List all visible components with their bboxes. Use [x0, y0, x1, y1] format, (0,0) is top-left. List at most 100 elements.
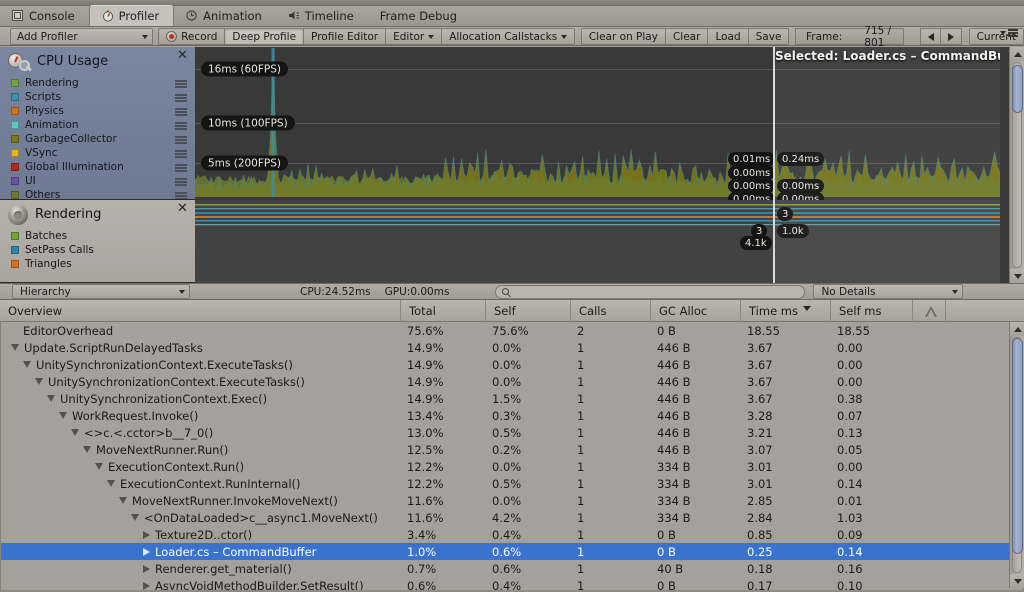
drag-handle-icon[interactable]	[175, 108, 187, 116]
table-row[interactable]: ExecutionContext.Run() 12.2% 0.0% 1 334 B 3.0…	[1, 458, 1023, 475]
scroll-down-button[interactable]	[1010, 574, 1024, 588]
expand-triangle-icon[interactable]	[143, 564, 150, 573]
table-row[interactable]: MoveNextRunner.InvokeMoveNext() 11.6% 0.0%…	[1, 492, 1023, 509]
next-frame-button[interactable]	[941, 28, 963, 45]
row-name-cell[interactable]: ExecutionContext.Run()	[95, 458, 244, 475]
legend-swatch[interactable]	[11, 232, 19, 240]
column-header-total[interactable]: Total	[400, 300, 485, 322]
scrollbar-thumb[interactable]	[1012, 65, 1023, 113]
legend-swatch[interactable]	[11, 163, 19, 171]
expand-triangle-icon[interactable]	[143, 530, 150, 539]
row-name-cell[interactable]: UnitySynchronizationContext.ExecuteTasks…	[35, 373, 305, 390]
module-panel-rendering[interactable]: Rendering ✕ Batches SetPass Calls Triangle…	[0, 200, 195, 283]
table-row[interactable]: <OnDataLoaded>c__async1.MoveNext() 11.6% 4…	[1, 509, 1023, 526]
row-name-cell[interactable]: Renderer.get_material()	[143, 560, 292, 577]
profiler-options-menu[interactable]	[1000, 29, 1018, 37]
module-legend-row[interactable]: Animation	[0, 118, 195, 132]
column-header-overview[interactable]: Overview	[0, 300, 400, 322]
column-header-self-ms[interactable]: Self ms	[830, 300, 912, 322]
drag-handle-icon[interactable]	[175, 122, 187, 130]
legend-swatch[interactable]	[11, 79, 19, 87]
scroll-down-button[interactable]	[1010, 269, 1024, 283]
close-icon[interactable]: ✕	[177, 49, 188, 62]
record-button[interactable]: Record	[158, 28, 226, 45]
module-legend-row[interactable]: Others	[0, 188, 195, 199]
expand-triangle-icon[interactable]	[143, 547, 150, 556]
row-name-cell[interactable]: ExecutionContext.RunInternal()	[107, 475, 301, 492]
legend-swatch[interactable]	[11, 93, 19, 101]
hierarchy-table[interactable]: EditorOverhead 75.6% 75.6% 2 0 B 18.55 18.55 Up…	[0, 322, 1024, 590]
close-icon[interactable]: ✕	[177, 202, 188, 215]
module-legend-row[interactable]: VSync	[0, 146, 195, 160]
collapse-triangle-icon[interactable]	[95, 463, 103, 470]
tab-animation[interactable]: Animation	[174, 5, 276, 26]
row-name-cell[interactable]: UnitySynchronizationContext.Exec()	[47, 390, 267, 407]
module-legend-row[interactable]: Rendering	[0, 76, 195, 90]
column-header-warnings[interactable]	[912, 300, 945, 322]
collapse-triangle-icon[interactable]	[71, 429, 79, 436]
collapse-triangle-icon[interactable]	[23, 361, 31, 368]
row-name-cell[interactable]: UnitySynchronizationContext.ExecuteTasks…	[23, 356, 293, 373]
collapse-triangle-icon[interactable]	[107, 480, 115, 487]
column-header-time-ms[interactable]: Time ms	[740, 300, 830, 322]
table-row[interactable]: Update.ScriptRunDelayedTasks 14.9% 0.0% 1 44…	[1, 339, 1023, 356]
row-name-cell[interactable]: EditorOverhead	[11, 322, 113, 339]
table-row[interactable]: EditorOverhead 75.6% 75.6% 2 0 B 18.55 18.55	[1, 322, 1023, 339]
selected-frame-marker[interactable]	[773, 47, 775, 200]
load-button[interactable]: Load	[708, 28, 749, 45]
tab-console[interactable]: Console	[0, 5, 89, 26]
collapse-triangle-icon[interactable]	[59, 412, 67, 419]
row-name-cell[interactable]: MoveNextRunner.Run()	[83, 441, 228, 458]
legend-swatch[interactable]	[11, 135, 19, 143]
cpu-usage-chart[interactable]: 16ms (60FPS) 10ms (100FPS) 5ms (200FPS) …	[195, 47, 1000, 200]
profiler-charts[interactable]: 16ms (60FPS) 10ms (100FPS) 5ms (200FPS) …	[195, 47, 1000, 283]
collapse-triangle-icon[interactable]	[11, 344, 19, 351]
module-panel-cpu-usage[interactable]: CPU Usage ✕ Rendering Scripts Physics Anima…	[0, 47, 195, 200]
table-row[interactable]: <>c.<.cctor>b__7_0() 13.0% 0.5% 1 446 B 3.21 0…	[1, 424, 1023, 441]
column-header-calls[interactable]: Calls	[570, 300, 650, 322]
graph-scrollbar[interactable]	[1009, 47, 1024, 283]
save-button[interactable]: Save	[748, 28, 790, 45]
module-legend-row[interactable]: SetPass Calls	[0, 243, 195, 257]
collapse-triangle-icon[interactable]	[131, 514, 139, 521]
module-legend-row[interactable]: Physics	[0, 104, 195, 118]
collapse-triangle-icon[interactable]	[47, 395, 55, 402]
tab-profiler[interactable]: Profiler	[88, 5, 175, 26]
legend-swatch[interactable]	[11, 107, 19, 115]
table-row[interactable]: UnitySynchronizationContext.ExecuteTasks…	[1, 356, 1023, 373]
table-row[interactable]: Texture2D..ctor() 3.4% 0.4% 1 0 B 0.85 0.09	[1, 526, 1023, 543]
editor-target-dropdown[interactable]: Editor	[386, 28, 443, 45]
column-header-self[interactable]: Self	[485, 300, 570, 322]
drag-handle-icon[interactable]	[175, 94, 187, 102]
row-name-cell[interactable]: AsyncVoidMethodBuilder.SetResult()	[143, 577, 364, 590]
selected-frame-marker[interactable]	[773, 200, 775, 283]
legend-swatch[interactable]	[11, 191, 19, 199]
module-legend-row[interactable]: Batches	[0, 229, 195, 243]
scroll-up-button[interactable]	[1010, 322, 1024, 336]
clear-button[interactable]: Clear	[665, 28, 709, 45]
collapse-triangle-icon[interactable]	[83, 446, 91, 453]
allocation-callstacks-dropdown[interactable]: Allocation Callstacks	[442, 28, 576, 45]
table-row[interactable]: Renderer.get_material() 0.7% 0.6% 1 40 B 0.18…	[1, 560, 1023, 577]
scrollbar-thumb[interactable]	[1012, 338, 1023, 554]
deep-profile-button[interactable]: Deep Profile	[225, 28, 305, 45]
module-legend-row[interactable]: UI	[0, 174, 195, 188]
drag-handle-icon[interactable]	[175, 150, 187, 158]
drag-handle-icon[interactable]	[175, 178, 187, 186]
row-name-cell[interactable]: MoveNextRunner.InvokeMoveNext()	[119, 492, 338, 509]
collapse-triangle-icon[interactable]	[35, 378, 43, 385]
legend-swatch[interactable]	[11, 121, 19, 129]
module-legend-row[interactable]: Triangles	[0, 257, 195, 271]
table-row[interactable]: WorkRequest.Invoke() 13.4% 0.3% 1 446 B 3.28 0…	[1, 407, 1023, 424]
table-row[interactable]: ExecutionContext.RunInternal() 12.2% 0.5% 1…	[1, 475, 1023, 492]
scroll-up-button[interactable]	[1010, 47, 1024, 61]
legend-swatch[interactable]	[11, 260, 19, 268]
table-row[interactable]: UnitySynchronizationContext.ExecuteTasks…	[1, 373, 1023, 390]
row-name-cell[interactable]: Texture2D..ctor()	[143, 526, 252, 543]
drag-handle-icon[interactable]	[175, 136, 187, 144]
row-name-cell[interactable]: WorkRequest.Invoke()	[59, 407, 198, 424]
rendering-chart[interactable]: 3 3 1.0k 4.1k	[195, 200, 1000, 283]
expand-triangle-icon[interactable]	[143, 581, 150, 590]
drag-handle-icon[interactable]	[175, 80, 187, 88]
table-row[interactable]: MoveNextRunner.Run() 12.5% 0.2% 1 446 B 3.07 0…	[1, 441, 1023, 458]
